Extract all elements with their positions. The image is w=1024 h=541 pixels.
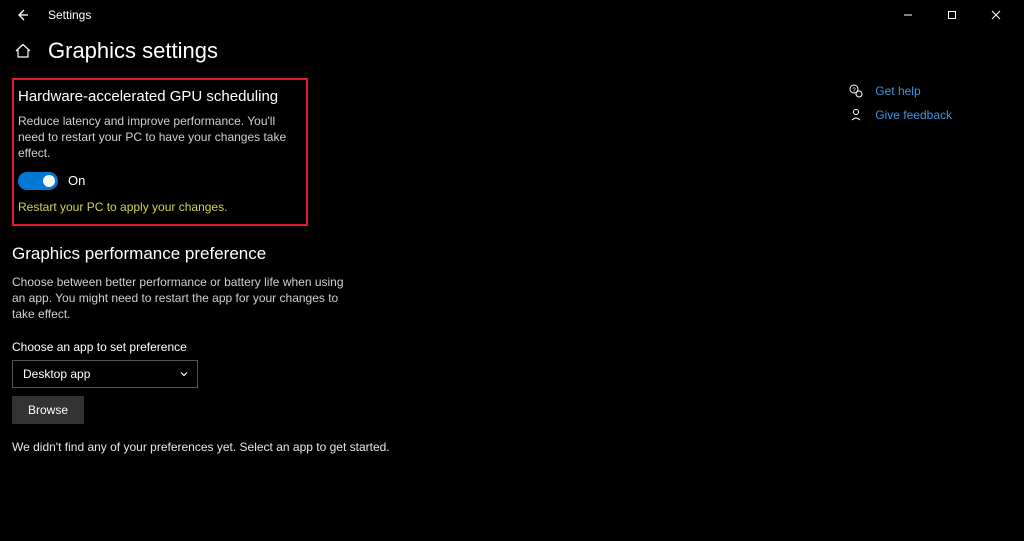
window-controls [886,1,1018,29]
give-feedback-link[interactable]: Give feedback [847,108,952,122]
close-icon [991,10,1001,20]
chevron-down-icon [179,369,189,379]
toggle-knob [43,175,55,187]
give-feedback-label: Give feedback [875,108,952,122]
browse-button-label: Browse [28,403,68,417]
browse-button[interactable]: Browse [12,396,84,424]
app-type-selected: Desktop app [23,367,90,381]
gpu-section-desc: Reduce latency and improve performance. … [18,113,296,162]
maximize-button[interactable] [930,1,974,29]
gpu-toggle-row: On [18,172,296,190]
preferences-empty-message: We didn't find any of your preferences y… [12,440,532,454]
back-arrow-icon [15,8,29,22]
window-title: Settings [48,8,91,22]
back-button[interactable] [12,5,32,25]
get-help-link[interactable]: ? Get help [847,84,952,98]
gpu-toggle-label: On [68,173,85,188]
perf-preference-section: Graphics performance preference Choose b… [12,244,532,455]
close-button[interactable] [974,1,1018,29]
gpu-toggle[interactable] [18,172,58,190]
home-button[interactable] [12,40,34,62]
gpu-scheduling-highlight: Hardware-accelerated GPU scheduling Redu… [12,78,308,226]
gpu-section-title: Hardware-accelerated GPU scheduling [18,88,296,105]
perf-section-desc: Choose between better performance or bat… [12,274,352,323]
titlebar: Settings [0,0,1024,30]
page-header: Graphics settings [0,30,1024,78]
minimize-icon [903,10,913,20]
app-type-select[interactable]: Desktop app [12,360,198,388]
help-icon: ? [847,84,865,98]
feedback-icon [847,108,865,122]
get-help-label: Get help [875,84,920,98]
minimize-button[interactable] [886,1,930,29]
page-title: Graphics settings [48,38,218,64]
restart-warning: Restart your PC to apply your changes. [18,200,296,214]
maximize-icon [947,10,957,20]
side-links: ? Get help Give feedback [847,78,1012,454]
home-icon [14,42,32,60]
perf-section-title: Graphics performance preference [12,244,532,264]
app-select-label: Choose an app to set preference [12,340,532,354]
